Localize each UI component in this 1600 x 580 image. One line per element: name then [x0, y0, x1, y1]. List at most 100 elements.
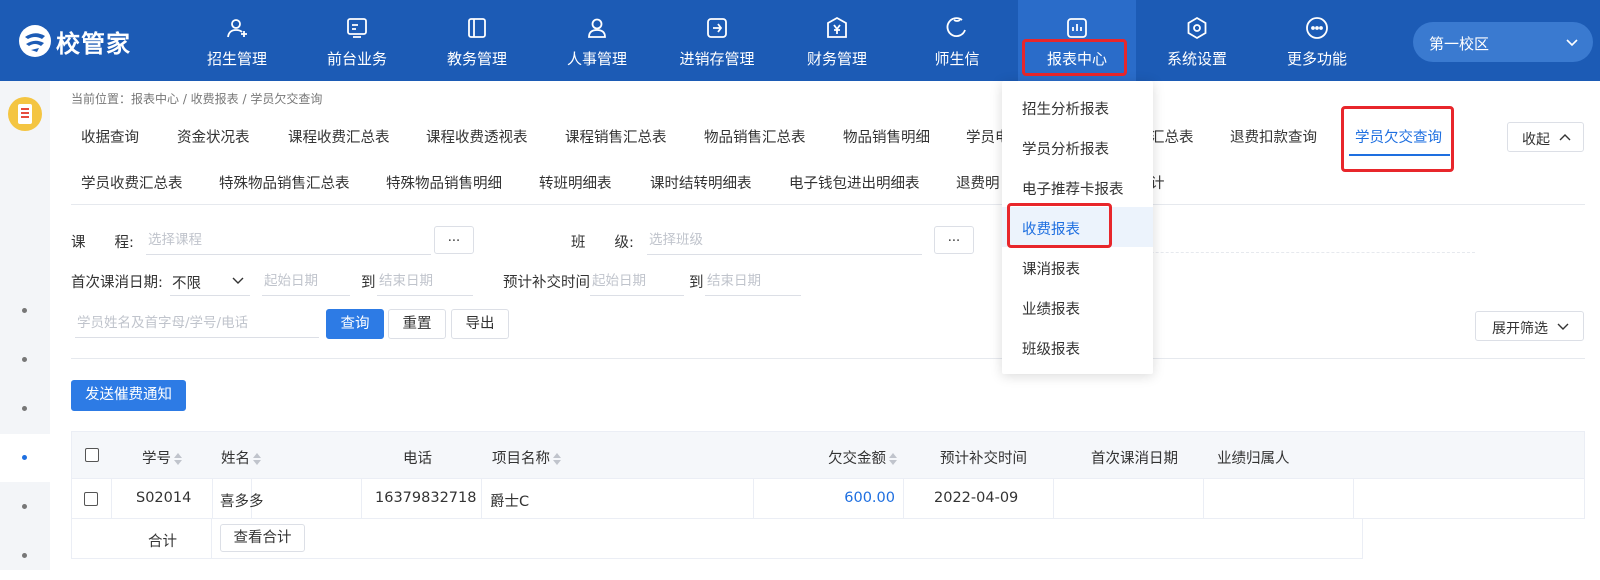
active-tab-highlight-box [1341, 106, 1454, 172]
tab-refund-partial[interactable]: 退费明 [956, 172, 1000, 193]
table-cell [212, 519, 1363, 558]
sort-icon[interactable] [889, 453, 897, 465]
logo-icon [19, 25, 51, 57]
side-menu-dot[interactable] [0, 532, 50, 580]
header-label: 欠交金额 [828, 451, 886, 467]
side-menu-dot[interactable] [0, 287, 50, 335]
nav-item-messages[interactable]: 师生信 [898, 0, 1016, 81]
arrears-amount[interactable]: 600.00 [844, 490, 895, 506]
app-logo[interactable]: 校管家 [18, 22, 131, 60]
select-value: 不限 [172, 276, 201, 292]
course-picker-button[interactable]: ... [434, 226, 474, 254]
student-search-input[interactable] [75, 308, 319, 338]
nav-item-more[interactable]: 更多功能 [1258, 0, 1376, 81]
expand-filters-button[interactable]: 展开筛选 [1475, 311, 1584, 341]
nav-item-system-settings[interactable]: 系统设置 [1138, 0, 1256, 81]
student-phone: 16379832718 [375, 490, 477, 506]
book-icon [468, 18, 486, 38]
nav-item-front-desk[interactable]: 前台业务 [298, 0, 416, 81]
table-cell: 喜多多 [212, 479, 362, 518]
nav-item-hr[interactable]: 人事管理 [538, 0, 656, 81]
top-navigation-bar: 校管家 招生管理 前台业务 教务管理 人事管理 进销存管理 财务管理 师生信 报… [0, 0, 1600, 81]
nav-item-academic[interactable]: 教务管理 [418, 0, 536, 81]
menu-item-performance-report[interactable]: 业绩报表 [1002, 287, 1153, 327]
export-button[interactable]: 导出 [451, 309, 509, 339]
tab-course-fee-pivot[interactable]: 课程收费透视表 [426, 126, 528, 147]
header-label: 姓名 [221, 451, 250, 467]
class-input[interactable] [647, 225, 922, 255]
yen-icon [827, 16, 847, 38]
expected-end-date[interactable] [705, 266, 801, 296]
tab-ewallet-detail[interactable]: 电子钱包进出明细表 [789, 172, 920, 193]
column-header-name[interactable]: 姓名 [221, 447, 261, 468]
table-cell: 合计 [72, 519, 212, 558]
class-label: 班 级: [571, 235, 634, 251]
tab-student-fee-summary[interactable]: 学员收费汇总表 [81, 172, 183, 193]
nav-item-finance[interactable]: 财务管理 [778, 0, 896, 81]
select-all-checkbox[interactable] [85, 448, 99, 462]
class-picker-button[interactable]: ... [934, 226, 974, 254]
tab-receipt-query[interactable]: 收据查询 [81, 126, 139, 147]
row-checkbox[interactable] [84, 492, 98, 506]
column-header-phone: 电话 [403, 451, 432, 467]
send-payment-reminder-button[interactable]: 发送催费通知 [71, 380, 186, 411]
query-button[interactable]: 查询 [326, 309, 384, 339]
chat-icon [946, 17, 966, 37]
side-menu-dot[interactable] [0, 483, 50, 531]
first-consume-date-label: 首次课消日期: [71, 275, 163, 291]
chevron-down-icon [232, 277, 244, 284]
menu-item-referral-card[interactable]: 电子推荐卡报表 [1002, 167, 1153, 207]
first-consume-end-date[interactable] [377, 266, 473, 296]
table-row[interactable]: S02014 喜多多 16379832718 爵士C 600.00 2022-0… [71, 479, 1585, 519]
menu-item-class-report[interactable]: 班级报表 [1002, 327, 1153, 367]
menu-item-label: 学员分析报表 [1022, 142, 1109, 158]
nav-item-inventory[interactable]: 进销存管理 [658, 0, 776, 81]
header-label: 项目名称 [492, 451, 550, 467]
tab-special-goods-summary[interactable]: 特殊物品销售汇总表 [219, 172, 350, 193]
reset-button[interactable]: 重置 [388, 309, 446, 339]
column-header-student-id[interactable]: 学号 [142, 447, 182, 468]
tab-refund-deduction[interactable]: 退费扣款查询 [1230, 126, 1317, 147]
nav-label: 进销存管理 [679, 50, 755, 68]
nav-label: 系统设置 [1166, 50, 1227, 68]
table-cell [72, 479, 112, 518]
table-cell: 爵士C [482, 479, 754, 518]
menu-item-consumption-report[interactable]: 课消报表 [1002, 247, 1153, 287]
expected-start-date[interactable] [590, 266, 684, 296]
tab-special-goods-detail[interactable]: 特殊物品销售明细 [386, 172, 502, 193]
student-id: S02014 [136, 490, 192, 506]
sort-icon[interactable] [174, 453, 182, 465]
collapse-button[interactable]: 收起 [1507, 122, 1584, 152]
menu-item-enrollment-analysis[interactable]: 招生分析报表 [1002, 87, 1153, 127]
nav-item-enrollment[interactable]: 招生管理 [178, 0, 296, 81]
tab-hour-carryover-detail[interactable]: 课时结转明细表 [650, 172, 752, 193]
person-icon [588, 18, 606, 38]
tab-goods-sales-detail[interactable]: 物品销售明细 [843, 126, 930, 147]
tab-fund-status[interactable]: 资金状况表 [177, 126, 250, 147]
tab-goods-sales-summary[interactable]: 物品销售汇总表 [704, 126, 806, 147]
side-menu-dot[interactable] [0, 336, 50, 384]
expected-payment-label: 预计补交时间 [503, 275, 590, 291]
tab-class-transfer-detail[interactable]: 转班明细表 [539, 172, 612, 193]
menu-item-student-analysis[interactable]: 学员分析报表 [1002, 127, 1153, 167]
expand-label: 展开筛选 [1492, 321, 1548, 337]
table-cell: 600.00 [754, 479, 904, 518]
column-header-item[interactable]: 项目名称 [492, 447, 561, 468]
sort-icon[interactable] [253, 453, 261, 465]
column-header-amount[interactable]: 欠交金额 [828, 447, 897, 468]
side-menu-dot[interactable] [0, 385, 50, 433]
collapse-label: 收起 [1522, 132, 1550, 148]
avatar[interactable] [8, 97, 42, 131]
tab-course-sales-summary[interactable]: 课程销售汇总表 [565, 126, 667, 147]
side-menu-dot-active[interactable] [0, 434, 50, 482]
tab-course-fee-summary[interactable]: 课程收费汇总表 [288, 126, 390, 147]
sort-icon[interactable] [553, 453, 561, 465]
breadcrumb: 当前位置：报表中心 / 收费报表 / 学员欠交查询 [71, 92, 323, 106]
course-input[interactable] [146, 225, 431, 255]
first-consume-start-date[interactable] [262, 266, 350, 296]
table-cell [1054, 479, 1204, 518]
campus-selector[interactable]: 第一校区 [1413, 22, 1593, 62]
table-cell: 2022-04-09 [904, 479, 1054, 518]
first-consume-date-select[interactable]: 不限 [170, 266, 250, 296]
tab-summary-partial[interactable]: 汇总表 [1150, 126, 1194, 147]
